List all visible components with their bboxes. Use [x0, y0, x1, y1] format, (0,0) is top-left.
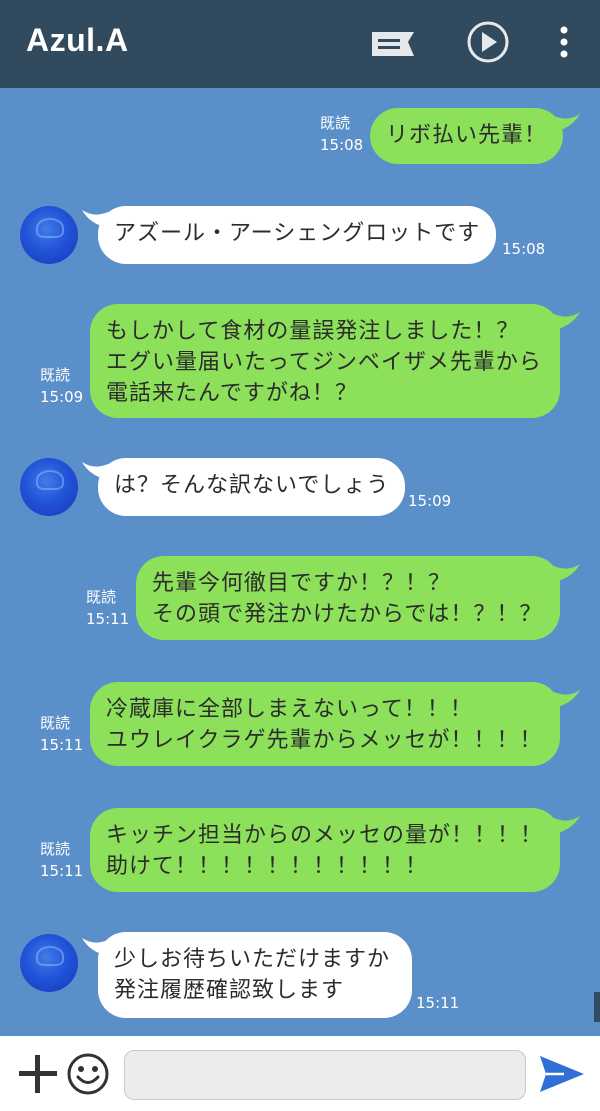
scrollbar-thumb[interactable]	[594, 992, 600, 1022]
message-text: ユウレイクラゲ先輩からメッセが！！！！	[106, 728, 543, 753]
message-time: 15:11	[416, 994, 460, 1012]
message-time: 15:11	[40, 862, 84, 880]
contact-avatar[interactable]	[20, 934, 78, 992]
bubble-tail	[554, 816, 580, 834]
message-text: 発注履歴確認致します	[114, 978, 345, 1003]
outgoing-message[interactable]: キッチン担当からのメッセの量が！！！！ 助けて！！！！！！！！！！！	[90, 808, 560, 892]
message-time: 15:09	[40, 388, 84, 406]
message-time: 15:11	[86, 610, 130, 628]
message-text: は？そんな訳ないでしょう	[114, 473, 390, 498]
incoming-message[interactable]: 少しお待ちいただけますか 発注履歴確認致します	[98, 932, 412, 1018]
outgoing-message[interactable]: 冷蔵庫に全部しまえないって！！！ ユウレイクラゲ先輩からメッセが！！！！	[90, 682, 560, 766]
play-icon[interactable]	[460, 16, 516, 72]
plus-icon[interactable]	[16, 1052, 60, 1096]
message-text: リボ払い先輩！	[386, 123, 548, 148]
chat-history[interactable]: 既読 15:08 リボ払い先輩！ アズール・アーシェングロットです 15:08 …	[0, 88, 600, 1036]
read-receipt: 既読	[40, 366, 71, 384]
message-text: 先輩今何徹目ですか！？！？	[152, 571, 452, 596]
bubble-tail	[554, 690, 580, 708]
emoji-icon[interactable]	[66, 1052, 110, 1096]
message-meta: 既読 15:09	[40, 364, 83, 408]
read-receipt: 既読	[40, 714, 71, 732]
message-meta: 既読 15:11	[40, 838, 83, 882]
message-text: アズール・アーシェングロットです	[114, 221, 481, 246]
message-text: 助けて！！！！！！！！！！！	[106, 854, 429, 879]
message-input[interactable]	[124, 1050, 526, 1100]
message-text: その頭で発注かけたからでは！？！？	[152, 602, 543, 627]
outgoing-message[interactable]: リボ払い先輩！	[370, 108, 564, 164]
message-meta: 既読 15:11	[86, 586, 129, 630]
message-time: 15:09	[408, 492, 452, 510]
message-text: 冷蔵庫に全部しまえないって！！！	[106, 697, 473, 722]
notes-icon[interactable]	[364, 16, 420, 72]
contact-avatar[interactable]	[20, 206, 78, 264]
read-receipt: 既読	[320, 114, 351, 132]
read-receipt: 既読	[86, 588, 117, 606]
composer-bar	[0, 1036, 600, 1111]
outgoing-message[interactable]: 先輩今何徹目ですか！？！？ その頭で発注かけたからでは！？！？	[136, 556, 560, 640]
bubble-tail	[554, 312, 580, 330]
message-time: 15:11	[40, 736, 84, 754]
more-vert-icon[interactable]	[536, 16, 592, 72]
message-text: キッチン担当からのメッセの量が！！！！	[106, 823, 544, 848]
send-icon[interactable]	[538, 1050, 586, 1098]
read-receipt: 既読	[40, 840, 71, 858]
contact-avatar[interactable]	[20, 458, 78, 516]
message-text: エグい量届いたってジンベイザメ先輩から	[106, 350, 542, 375]
message-meta: 既読 15:08	[320, 112, 363, 156]
outgoing-message[interactable]: もしかして食材の量誤発注しました！？ エグい量届いたってジンベイザメ先輩から 電…	[90, 304, 560, 418]
incoming-message[interactable]: は？そんな訳ないでしょう	[98, 458, 406, 516]
message-time: 15:08	[320, 136, 364, 154]
chat-header: Azul.A	[0, 0, 600, 88]
chat-title: Azul.A	[26, 22, 129, 58]
message-time: 15:08	[502, 240, 546, 258]
message-text: 電話来たんですがね！？	[106, 381, 358, 406]
bubble-tail	[554, 564, 580, 582]
message-meta: 既読 15:11	[40, 712, 83, 756]
incoming-message[interactable]: アズール・アーシェングロットです	[98, 206, 497, 264]
message-text: もしかして食材の量誤発注しました！？	[106, 319, 520, 344]
message-text: 少しお待ちいただけますか	[114, 947, 391, 972]
bubble-tail	[554, 114, 580, 132]
